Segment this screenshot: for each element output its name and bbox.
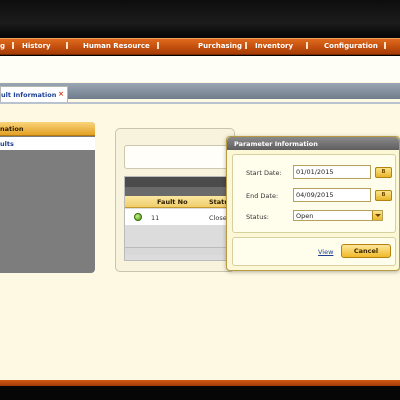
chevron-down-icon[interactable]	[372, 211, 382, 220]
status-select-value: Open	[296, 212, 314, 220]
nav-separator	[384, 42, 386, 49]
end-date-calendar-button[interactable]: B	[375, 190, 392, 201]
nav-item-inventory[interactable]: Inventory	[255, 42, 293, 50]
tab-label: ult Information	[1, 91, 57, 99]
view-link[interactable]: View	[318, 248, 333, 256]
left-panel-header: nation	[0, 122, 95, 136]
nav-item-purchasing[interactable]: Purchasing	[198, 42, 242, 50]
cell-fault-no: 11	[151, 214, 160, 222]
grid-title-bar	[125, 177, 228, 187]
status-label: Status:	[246, 213, 269, 221]
dialog-header: Parameter Information	[227, 137, 399, 150]
close-icon[interactable]: ×	[58, 90, 64, 98]
left-panel-item-label: ults	[0, 140, 14, 148]
dialog-title: Parameter Information	[234, 140, 318, 148]
nav-separator	[306, 42, 308, 49]
left-panel-item-faults[interactable]: ults	[0, 137, 95, 150]
nav-item-history[interactable]: History	[22, 42, 51, 50]
results-toolbar	[124, 145, 229, 169]
tab-underline	[0, 102, 400, 104]
results-grid: Fault No Statu 11 Closed	[124, 176, 231, 261]
nav-separator	[157, 42, 159, 49]
cancel-button[interactable]: Cancel	[341, 244, 391, 258]
parameter-dialog: Parameter Information Start Date: B End …	[226, 136, 400, 271]
grid-horizontal-scrollbar[interactable]	[125, 247, 228, 255]
start-date-calendar-button[interactable]: B	[375, 167, 392, 178]
start-date-label: Start Date:	[246, 169, 282, 177]
status-select[interactable]: Open	[293, 210, 383, 221]
table-row[interactable]: 11 Closed	[125, 209, 231, 226]
results-panel: Fault No Statu 11 Closed	[115, 128, 235, 272]
nav-item-partial[interactable]: g	[0, 42, 5, 50]
nav-item-configuration[interactable]: Configuration	[324, 42, 378, 50]
end-date-input[interactable]	[293, 188, 371, 202]
nav-separator	[66, 42, 68, 49]
left-panel-title: nation	[0, 125, 24, 133]
nav-separator	[12, 42, 14, 49]
main-nav: g History Human Resource Purchasing Inve…	[0, 38, 400, 55]
nav-item-human-resource[interactable]: Human Resource	[83, 42, 150, 50]
grid-group-bar	[125, 187, 228, 196]
tab-fault-information[interactable]: ult Information ×	[0, 86, 68, 103]
page-body: nation ults Fault No Statu 11 Closed Par…	[0, 56, 400, 380]
left-panel: nation ults	[0, 122, 95, 273]
row-status-icon	[134, 213, 142, 221]
nav-separator	[245, 42, 247, 49]
dialog-footer: View Cancel	[232, 237, 396, 266]
page-top-area	[0, 56, 400, 82]
app-header	[0, 0, 400, 38]
end-date-label: End Date:	[246, 192, 279, 200]
start-date-input[interactable]	[293, 165, 371, 179]
column-header-fault-no[interactable]: Fault No	[157, 198, 188, 206]
footer-black-bar	[0, 386, 400, 400]
dialog-body: Start Date: B End Date: B Status: Open	[232, 154, 396, 233]
grid-header: Fault No Statu	[125, 196, 229, 208]
